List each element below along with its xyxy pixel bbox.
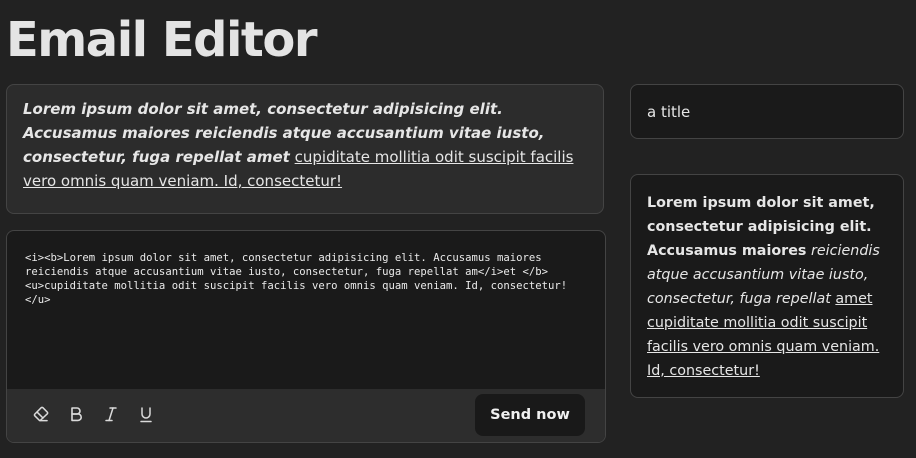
italic-icon (104, 406, 118, 422)
underline-button[interactable] (134, 402, 158, 426)
eraser-icon (32, 405, 50, 423)
html-editor: <i><b>Lorem ipsum dolor sit amet, consec… (6, 230, 606, 443)
send-now-button[interactable]: Send now (475, 394, 585, 436)
email-preview: Lorem ipsum dolor sit amet, consectetur … (6, 84, 604, 214)
rendered-preview: Lorem ipsum dolor sit amet, consectetur … (630, 174, 904, 398)
bold-icon (69, 406, 83, 422)
editor-toolbar: Send now (7, 389, 605, 442)
clear-format-button[interactable] (29, 402, 53, 426)
page-title: Email Editor (6, 12, 318, 68)
html-source-input[interactable]: <i><b>Lorem ipsum dolor sit amet, consec… (7, 231, 605, 389)
subject-input[interactable]: a title (630, 84, 904, 139)
underline-icon (139, 406, 153, 423)
bold-button[interactable] (64, 402, 88, 426)
italic-button[interactable] (99, 402, 123, 426)
